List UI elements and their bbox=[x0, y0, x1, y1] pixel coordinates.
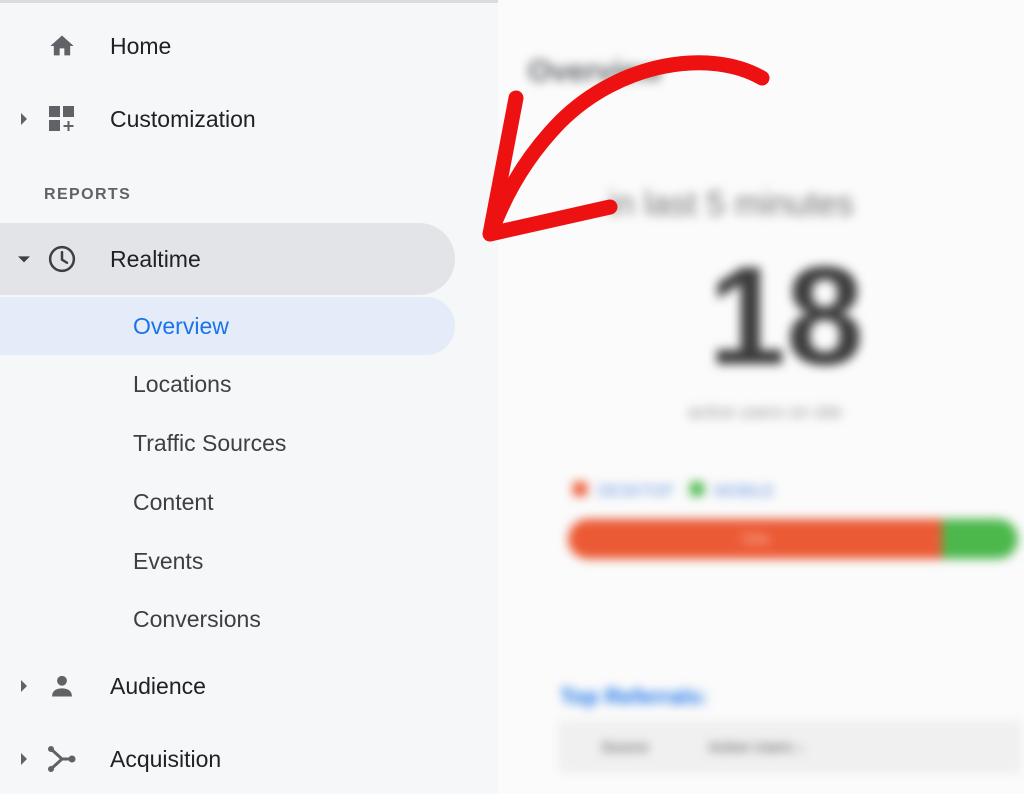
legend-label: DESKTOP bbox=[597, 483, 674, 500]
sidebar-item-label: Audience bbox=[110, 672, 206, 699]
caret-right-icon[interactable] bbox=[18, 753, 30, 765]
legend-desktop: DESKTOP bbox=[573, 482, 674, 501]
sidebar-subitem-events[interactable]: Events bbox=[0, 532, 455, 590]
report-title: Overview bbox=[528, 55, 662, 88]
sidebar-item-acquisition[interactable]: Acquisition bbox=[0, 730, 455, 788]
section-label-reports: REPORTS bbox=[44, 186, 132, 203]
top-referrals-link[interactable]: Top Referrals: bbox=[560, 684, 708, 710]
column-header[interactable]: Active Users ↓ bbox=[709, 739, 805, 756]
sidebar-item-realtime[interactable]: Realtime bbox=[0, 230, 455, 288]
sidebar-subitem-label: Events bbox=[133, 547, 204, 574]
legend-swatch bbox=[689, 482, 704, 496]
mobile-bar-segment bbox=[941, 519, 1018, 559]
sidebar-item-label: Customization bbox=[110, 105, 256, 132]
legend-label: MOBILE bbox=[714, 483, 775, 500]
realtime-report-panel: Overview in last 5 minutes 18 active use… bbox=[498, 0, 1024, 794]
sidebar-subitem-overview[interactable]: Overview bbox=[0, 297, 455, 355]
sidebar-item-label: Home bbox=[110, 32, 172, 59]
sidebar-subitem-label: Locations bbox=[133, 370, 232, 397]
sidebar-subitem-content[interactable]: Content bbox=[0, 473, 455, 531]
sidebar-subitem-label: Traffic Sources bbox=[133, 429, 287, 456]
sidebar-item-home[interactable]: Home bbox=[0, 17, 455, 75]
sidebar-subitem-locations[interactable]: Locations bbox=[0, 355, 455, 413]
sidebar-item-audience[interactable]: Audience bbox=[0, 657, 455, 715]
sidebar-nav: Home Customization REPORTS Realtime Over… bbox=[0, 0, 498, 794]
caret-right-icon[interactable] bbox=[18, 680, 30, 692]
sidebar-item-label: Acquisition bbox=[110, 745, 222, 772]
column-header[interactable]: Source bbox=[601, 739, 649, 756]
active-users-count: 18 bbox=[708, 237, 864, 394]
desktop-bar-segment: 72% bbox=[568, 519, 942, 559]
referrals-table-header: Source Active Users ↓ bbox=[560, 722, 1020, 772]
sidebar-subitem-label: Content bbox=[133, 488, 214, 515]
device-legend: DESKTOP MOBILE bbox=[573, 482, 775, 501]
sidebar-item-label: Realtime bbox=[110, 245, 201, 272]
person-icon bbox=[46, 670, 78, 702]
sidebar-subitem-traffic-sources[interactable]: Traffic Sources bbox=[0, 414, 455, 472]
sidebar-item-customization[interactable]: Customization bbox=[0, 90, 455, 148]
device-split-bar: 72% bbox=[568, 519, 1018, 559]
home-icon bbox=[46, 30, 78, 62]
caret-right-icon[interactable] bbox=[18, 113, 30, 125]
report-subtitle: in last 5 minutes bbox=[608, 185, 854, 223]
legend-swatch bbox=[573, 482, 587, 496]
dashboard-icon bbox=[46, 103, 78, 135]
caret-down-icon[interactable] bbox=[18, 253, 30, 265]
sidebar-subitem-label: Conversions bbox=[133, 605, 261, 632]
sidebar-subitem-conversions[interactable]: Conversions bbox=[0, 590, 455, 648]
active-users-caption: active users on site bbox=[688, 402, 843, 422]
legend-mobile: MOBILE bbox=[689, 482, 775, 501]
bar-label: 72% bbox=[740, 531, 769, 547]
sidebar-subitem-label: Overview bbox=[133, 312, 229, 339]
clock-icon bbox=[46, 243, 78, 275]
acquisition-icon bbox=[46, 743, 78, 775]
